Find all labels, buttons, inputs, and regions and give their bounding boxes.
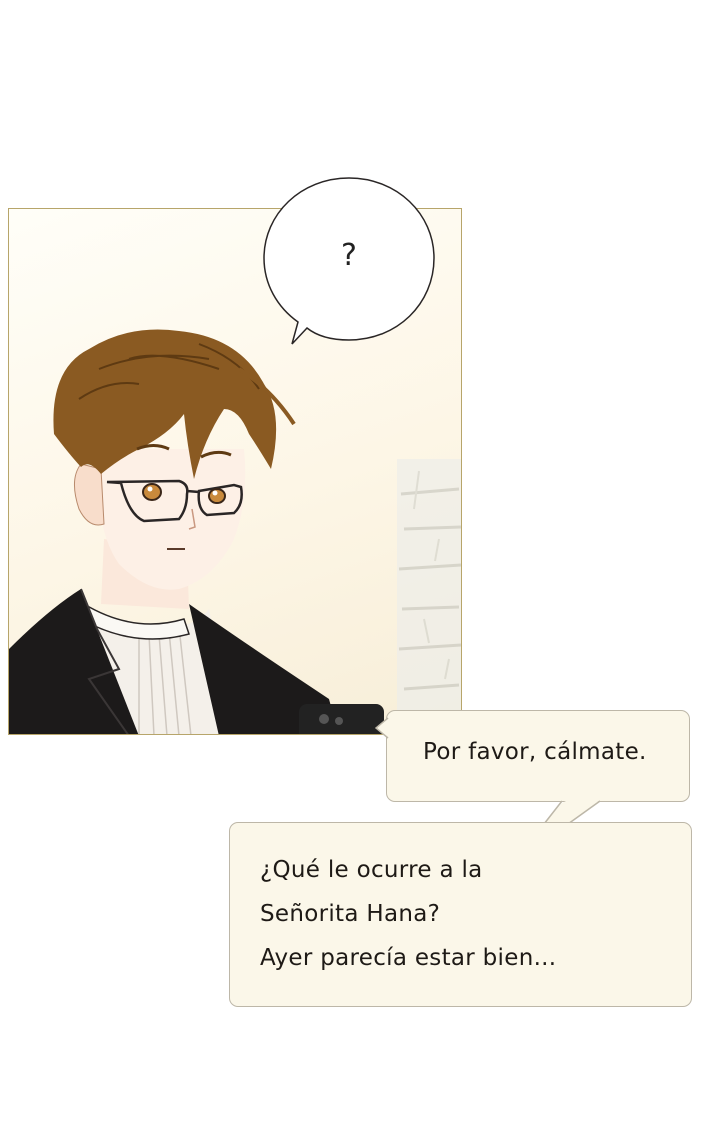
speech-text-1: Por favor, cálmate.	[423, 739, 647, 765]
wall-texture	[397, 459, 461, 734]
speech-box-2: ¿Qué le ocurre a la Señorita Hana? Ayer …	[229, 822, 692, 1007]
thought-text: ?	[341, 238, 357, 273]
speech-line-2: Señorita Hana?	[260, 901, 441, 927]
speech-line-1: ¿Qué le ocurre a la	[260, 857, 483, 883]
speech-box-1: Por favor, cálmate.	[386, 710, 690, 802]
speech-line-3: Ayer parecía estar bien...	[260, 945, 557, 971]
speech-tail-1	[375, 717, 389, 739]
speech-bubble-round: ?	[262, 176, 436, 346]
